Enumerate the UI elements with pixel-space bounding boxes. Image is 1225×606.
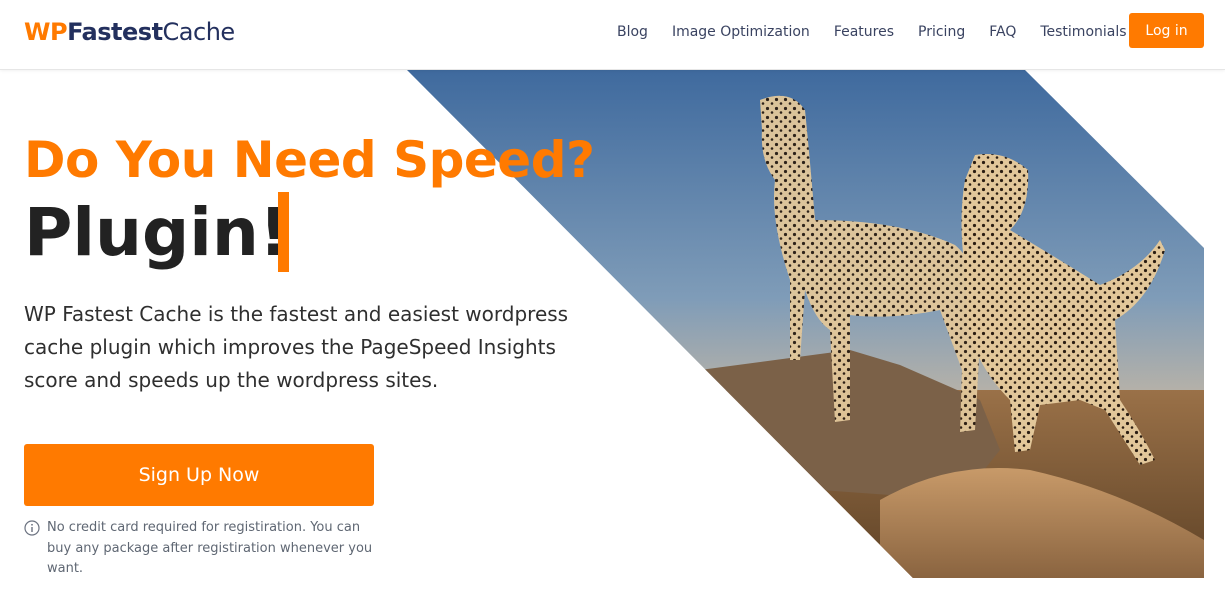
typing-cursor <box>278 192 289 272</box>
main-nav: Blog Image Optimization Features Pricing… <box>617 23 1151 41</box>
logo-wp: WP <box>24 18 68 46</box>
nav-pricing[interactable]: Pricing <box>918 23 965 41</box>
login-button[interactable]: Log in <box>1129 13 1204 48</box>
sign-up-button[interactable]: Sign Up Now <box>24 444 374 506</box>
logo-cache: Cache <box>162 18 236 46</box>
logo-fastest: Fastest <box>67 18 163 46</box>
info-icon <box>24 520 40 536</box>
nav-blog[interactable]: Blog <box>617 23 648 41</box>
registration-note-text: No credit card required for registiratio… <box>47 520 373 576</box>
headline-speed: Do You Need Speed? <box>24 131 595 189</box>
nav-features[interactable]: Features <box>834 23 894 41</box>
nav-image-optimization[interactable]: Image Optimization <box>672 23 810 41</box>
hero-description: WP Fastest Cache is the fastest and easi… <box>24 302 569 392</box>
registration-note: No credit card required for registiratio… <box>24 518 384 580</box>
site-header: WPFastestCache Blog Image Optimization F… <box>0 0 1225 70</box>
nav-faq[interactable]: FAQ <box>989 23 1016 41</box>
headline-plugin: Plugin! <box>24 194 289 271</box>
nav-testimonials[interactable]: Testimonials <box>1040 23 1126 41</box>
site-logo[interactable]: WPFastestCache <box>24 17 235 47</box>
